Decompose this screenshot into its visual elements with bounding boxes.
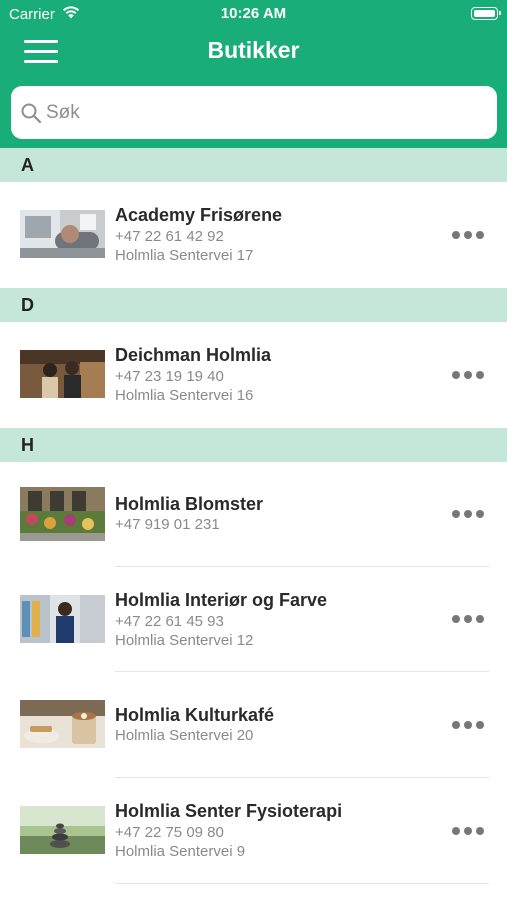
store-thumbnail xyxy=(20,700,105,748)
nav-header: Carrier 10:26 AM Butikker xyxy=(0,0,507,150)
battery-icon xyxy=(471,7,501,20)
more-options-icon[interactable] xyxy=(446,818,490,844)
store-thumbnail xyxy=(20,210,105,258)
store-name: Academy Frisørene xyxy=(115,205,283,225)
store-row-holmlia-interior-og-farve[interactable]: Holmlia Interiør og Farve +47 22 61 45 9… xyxy=(0,567,507,672)
store-row-holmlia-blomster[interactable]: Holmlia Blomster +47 919 01 231 xyxy=(0,462,507,567)
store-row-holmlia-senter-fysioterapi[interactable]: Holmlia Senter Fysioterapi +47 22 75 09 … xyxy=(0,778,507,884)
store-row-deichman-holmlia[interactable]: Deichman Holmlia +47 23 19 19 40 Holmlia… xyxy=(0,322,507,428)
store-phone: +47 22 61 45 93 xyxy=(115,613,224,630)
section-header-a: A xyxy=(0,148,507,182)
store-name: Holmlia Interiør og Farve xyxy=(115,590,328,610)
section-header-h: H xyxy=(0,428,507,462)
section-letter: H xyxy=(21,435,34,455)
store-address: Holmlia Sentervei 9 xyxy=(115,843,246,860)
store-row-holmlia-kulturkafe[interactable]: Holmlia Kulturkafé Holmlia Sentervei 20 xyxy=(0,672,507,778)
store-thumbnail xyxy=(20,595,105,643)
store-thumbnail xyxy=(20,487,105,541)
section-header-d: D xyxy=(0,288,507,322)
store-thumbnail xyxy=(20,350,105,398)
search-icon xyxy=(21,103,42,124)
store-phone: +47 22 61 42 92 xyxy=(115,228,224,245)
store-name: Holmlia Kulturkafé xyxy=(115,705,275,725)
store-name: Holmlia Blomster xyxy=(115,494,264,514)
store-name: Holmlia Senter Fysioterapi xyxy=(115,801,343,821)
store-address: Holmlia Sentervei 20 xyxy=(115,727,254,744)
section-letter: A xyxy=(21,155,34,175)
more-options-icon[interactable] xyxy=(446,712,490,738)
more-options-icon[interactable] xyxy=(446,362,490,388)
search-input[interactable] xyxy=(46,98,486,128)
section-letter: D xyxy=(21,295,34,315)
store-name: Deichman Holmlia xyxy=(115,345,272,365)
search-bar[interactable] xyxy=(11,86,497,139)
more-options-icon[interactable] xyxy=(446,222,490,248)
more-options-icon[interactable] xyxy=(446,501,490,527)
more-options-icon[interactable] xyxy=(446,606,490,632)
store-thumbnail xyxy=(20,806,105,854)
status-time: 10:26 AM xyxy=(220,5,287,22)
store-address: Holmlia Sentervei 12 xyxy=(115,632,254,649)
store-phone: +47 22 75 09 80 xyxy=(115,824,224,841)
store-row-academy-frisorene[interactable]: Academy Frisørene +47 22 61 42 92 Holmli… xyxy=(0,182,507,288)
store-phone: +47 23 19 19 40 xyxy=(115,368,224,385)
store-address: Holmlia Sentervei 16 xyxy=(115,387,254,404)
store-address: Holmlia Sentervei 17 xyxy=(115,247,254,264)
status-bar: Carrier 10:26 AM xyxy=(0,0,507,28)
row-divider xyxy=(115,883,489,884)
store-phone: +47 919 01 231 xyxy=(115,516,220,533)
page-title: Butikker xyxy=(207,37,300,63)
